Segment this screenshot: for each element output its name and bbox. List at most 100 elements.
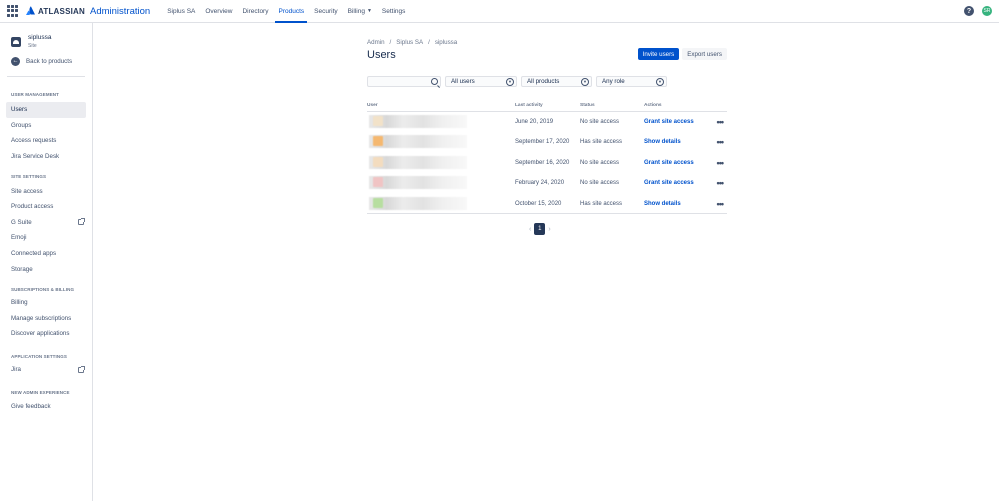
redacted-user — [369, 115, 467, 128]
nav-settings[interactable]: Settings — [377, 0, 411, 23]
previous-page-icon[interactable]: ‹ — [529, 226, 531, 233]
chevron-down-icon: ▼ — [581, 77, 589, 86]
products-filter[interactable]: All products ▼ — [521, 76, 592, 87]
sidebar-item-product-access[interactable]: Product access — [0, 199, 92, 215]
column-last-activity[interactable]: Last activity — [515, 103, 543, 108]
sidebar-item-give-feedback[interactable]: Give feedback — [0, 398, 92, 414]
sidebar-item-emoji[interactable]: Emoji — [0, 230, 92, 246]
search-input[interactable] — [367, 76, 441, 87]
pagination: ‹ 1 › — [529, 223, 551, 235]
back-label: Back to products — [26, 57, 73, 65]
sidebar-item-manage-subscriptions[interactable]: Manage subscriptions — [0, 311, 92, 327]
nav-billing-label: Billing — [347, 7, 365, 15]
site-name: siplussa — [28, 33, 52, 41]
status: Has site access — [580, 139, 623, 146]
search-icon — [431, 78, 438, 85]
status: Has site access — [580, 200, 623, 207]
help-icon[interactable]: ? — [964, 6, 974, 16]
role-filter[interactable]: Any role ▼ — [596, 76, 667, 87]
section-user-management: User management — [11, 92, 60, 97]
table-row: October 15, 2020 Has site access Show de… — [367, 194, 727, 214]
breadcrumb-site[interactable]: siplussa — [435, 39, 457, 46]
breadcrumb-org[interactable]: Siplus SA — [396, 39, 423, 46]
external-link-icon — [78, 218, 85, 226]
main-nav: Siplus SA Overview Directory Products Se… — [162, 0, 410, 23]
chevron-down-icon: ▼ — [506, 77, 514, 86]
role-filter-value: Any role — [602, 78, 625, 85]
nav-products[interactable]: Products — [273, 0, 309, 23]
invite-users-button[interactable]: Invite users — [637, 48, 680, 60]
last-activity: June 20, 2019 — [515, 119, 554, 125]
sidebar-item-g-suite[interactable]: G Suite — [0, 215, 92, 231]
redacted-user — [369, 196, 467, 210]
more-actions-icon[interactable]: ••• — [717, 199, 725, 208]
grant-site-access-link[interactable]: Grant site access — [644, 180, 694, 186]
arrow-left-icon: ← — [11, 56, 20, 66]
sidebar-item-site-access[interactable]: Site access — [0, 183, 92, 199]
page-button[interactable]: 1 — [534, 223, 546, 235]
more-actions-icon[interactable]: ••• — [717, 118, 725, 127]
sidebar-item-access-requests[interactable]: Access requests — [0, 133, 92, 149]
show-details-link[interactable]: Show details — [644, 139, 681, 145]
grant-site-access-link[interactable]: Grant site access — [644, 160, 694, 166]
users-table: User Last activity Status Actions June 2… — [367, 102, 727, 214]
show-details-link[interactable]: Show details — [644, 201, 681, 207]
sidebar-item-discover-applications[interactable]: Discover applications — [0, 326, 92, 342]
status: No site access — [580, 180, 620, 187]
more-actions-icon[interactable]: ••• — [717, 179, 725, 188]
more-actions-icon[interactable]: ••• — [717, 138, 725, 147]
user-avatar[interactable]: SR — [982, 6, 992, 16]
last-activity: September 16, 2020 — [515, 159, 570, 166]
product-name: Administration — [89, 5, 151, 17]
atlassian-logo[interactable]: ATLASSIAN Administration — [25, 6, 150, 17]
breadcrumb: Admin / Siplus SA / siplussa — [367, 39, 457, 46]
nav-directory[interactable]: Directory — [237, 0, 273, 23]
status: No site access — [580, 119, 620, 125]
brand-name: ATLASSIAN — [38, 6, 85, 16]
breadcrumb-separator: / — [428, 39, 430, 46]
table-header: User Last activity Status Actions — [367, 102, 727, 112]
atlassian-logo-icon — [26, 6, 35, 15]
table-row: September 16, 2020 No site access Grant … — [367, 153, 727, 173]
nav-billing[interactable]: Billing ▼ — [343, 0, 377, 23]
nav-security[interactable]: Security — [309, 0, 342, 23]
top-right-controls: ? SR — [964, 6, 992, 16]
nav-overview[interactable]: Overview — [200, 0, 237, 23]
column-user[interactable]: User — [367, 103, 378, 108]
chevron-down-icon: ▼ — [366, 8, 372, 14]
next-page-icon[interactable]: › — [548, 226, 550, 233]
user-type-filter-value: All users — [451, 78, 475, 85]
top-navigation-bar: ATLASSIAN Administration Siplus SA Overv… — [0, 0, 999, 23]
sidebar-item-users[interactable]: Users — [6, 102, 86, 118]
breadcrumb-separator: / — [389, 39, 392, 46]
g-suite-label: G Suite — [11, 218, 32, 226]
table-row: June 20, 2019 No site access Grant site … — [367, 112, 727, 132]
grant-site-access-link[interactable]: Grant site access — [644, 119, 694, 125]
section-subscriptions-billing: Subscriptions & billing — [11, 286, 75, 292]
external-link-icon — [78, 365, 85, 373]
user-type-filter[interactable]: All users ▼ — [445, 76, 517, 87]
column-actions: Actions — [644, 103, 662, 108]
app-switcher-icon[interactable] — [7, 5, 19, 17]
back-to-products-link[interactable]: ← Back to products — [0, 54, 92, 68]
sidebar-item-jira[interactable]: Jira — [0, 362, 92, 378]
sidebar-item-connected-apps[interactable]: Connected apps — [0, 246, 92, 262]
column-status[interactable]: Status — [580, 103, 595, 108]
sidebar-item-jira-service-desk[interactable]: Jira Service Desk — [0, 149, 92, 165]
page-actions: Invite users Export users — [637, 48, 727, 60]
more-actions-icon[interactable]: ••• — [717, 158, 725, 167]
sidebar-item-storage[interactable]: Storage — [0, 261, 92, 277]
user-avatar — [373, 136, 383, 147]
sidebar-item-groups[interactable]: Groups — [0, 118, 92, 134]
last-activity: October 15, 2020 — [515, 200, 562, 207]
user-avatar — [373, 116, 383, 126]
sidebar-item-billing[interactable]: Billing — [0, 295, 92, 311]
table-row: September 17, 2020 Has site access Show … — [367, 132, 727, 152]
export-users-button[interactable]: Export users — [682, 48, 727, 60]
table-row: February 24, 2020 No site access Grant s… — [367, 173, 727, 193]
jira-label: Jira — [11, 366, 21, 374]
last-activity: September 17, 2020 — [515, 139, 570, 146]
chevron-down-icon: ▼ — [656, 77, 664, 86]
breadcrumb-admin[interactable]: Admin — [367, 39, 385, 46]
nav-org-siplus-sa[interactable]: Siplus SA — [162, 0, 200, 23]
